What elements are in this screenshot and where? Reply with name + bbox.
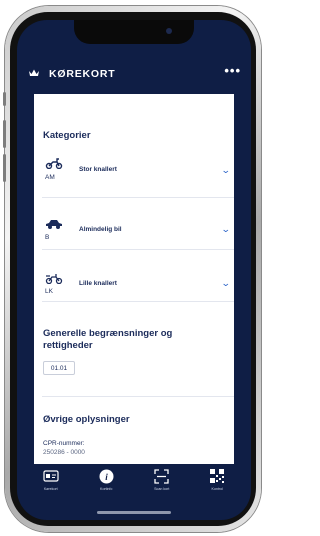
- category-name: Almindelig bil: [79, 226, 122, 233]
- category-name: Lille knallert: [79, 280, 117, 287]
- chevron-down-icon[interactable]: ⌄: [221, 278, 231, 289]
- mute-switch: [3, 92, 6, 106]
- categories-heading: Kategorier: [43, 130, 91, 141]
- small-moped-icon: [45, 274, 63, 284]
- divider: [42, 301, 234, 302]
- crown-icon: [29, 69, 41, 80]
- category-name: Stor knallert: [79, 166, 117, 173]
- divider: [42, 396, 234, 397]
- license-card: Kategorier AM Stor knallert ⌄ B Almindel…: [34, 94, 234, 464]
- tab-label: Kontrol: [211, 487, 223, 491]
- category-code: LK: [45, 288, 53, 295]
- tab-label: Kørekort: [43, 487, 58, 491]
- category-code: B: [45, 234, 50, 241]
- app-title: KØREKORT: [49, 68, 116, 80]
- volume-down-button: [3, 154, 6, 182]
- restriction-code: 01.01: [43, 361, 75, 375]
- restrictions-heading: Generelle begrænsninger og rettigheder: [43, 328, 173, 352]
- tab-label: Kortinfo: [100, 487, 113, 491]
- tab-kontrol[interactable]: Kontrol: [197, 464, 237, 520]
- cpr-label: CPR-nummer:: [43, 440, 85, 447]
- cpr-value: 250286 - 0000: [43, 449, 85, 456]
- app-header: KØREKORT •••: [17, 56, 251, 92]
- notch: [74, 20, 194, 44]
- more-menu-button[interactable]: •••: [224, 63, 241, 78]
- category-row-am[interactable]: AM Stor knallert ⌄: [34, 146, 234, 198]
- chevron-down-icon[interactable]: ⌄: [221, 224, 231, 235]
- category-row-lk[interactable]: LK Lille knallert ⌄: [34, 250, 234, 302]
- car-icon: [46, 220, 62, 229]
- moped-icon: [45, 158, 63, 169]
- camera-icon: [166, 28, 172, 34]
- other-info-heading: Øvrige oplysninger: [43, 414, 130, 425]
- home-indicator: [97, 511, 171, 514]
- category-row-b[interactable]: B Almindelig bil ⌄: [34, 198, 234, 250]
- category-code: AM: [45, 174, 55, 181]
- info-icon: i: [98, 468, 114, 484]
- qr-code-icon: [209, 468, 225, 484]
- license-card-icon: [43, 468, 59, 484]
- chevron-down-icon[interactable]: ⌄: [221, 165, 231, 176]
- tab-korekort[interactable]: Kørekort: [31, 464, 71, 520]
- volume-up-button: [3, 120, 6, 148]
- phone-screen: KØREKORT ••• Kategorier AM Stor knallert…: [17, 20, 251, 520]
- tab-label: Scan kort: [154, 487, 170, 491]
- scan-icon: [154, 468, 170, 484]
